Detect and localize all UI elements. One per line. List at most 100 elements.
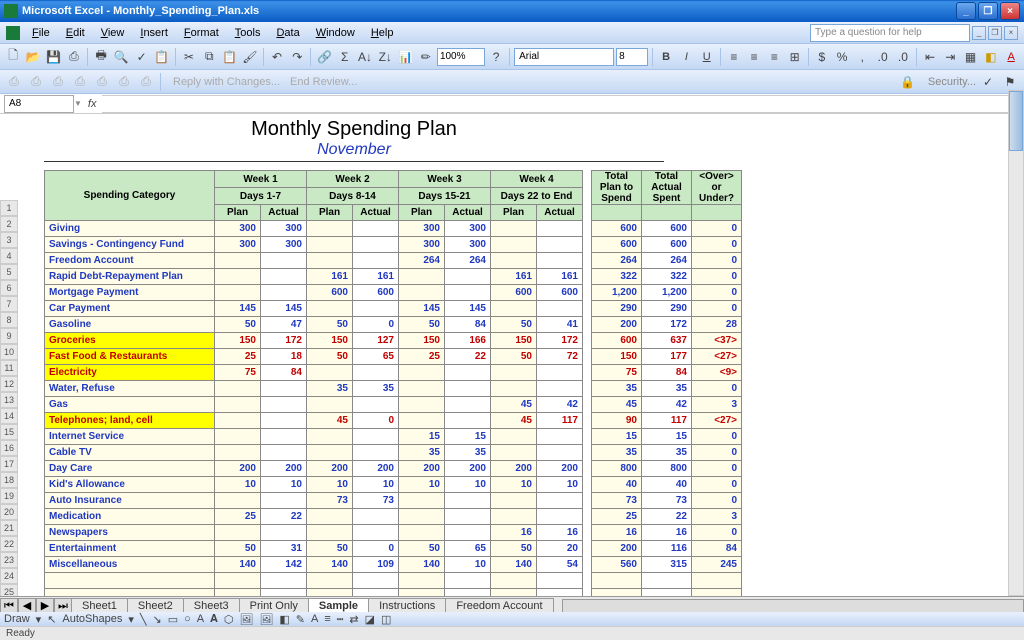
category-cell[interactable]: Giving (45, 221, 215, 237)
plan-cell[interactable] (399, 509, 445, 525)
diff-cell[interactable]: 28 (692, 317, 742, 333)
actual-cell[interactable]: 145 (261, 301, 307, 317)
total-plan-cell[interactable]: 35 (592, 381, 642, 397)
row-header[interactable]: 2 (0, 216, 18, 232)
actual-cell[interactable] (353, 253, 399, 269)
actual-cell[interactable]: 161 (353, 269, 399, 285)
plan-cell[interactable]: 50 (399, 317, 445, 333)
inc-decimal-button[interactable]: .0 (873, 47, 891, 67)
plan-cell[interactable]: 15 (399, 429, 445, 445)
cut-button[interactable]: ✂ (180, 47, 198, 67)
textbox-button[interactable]: A (197, 613, 204, 625)
actual-cell[interactable] (261, 285, 307, 301)
fillcolor-button[interactable]: ◧ (279, 613, 289, 626)
category-cell[interactable]: Internet Service (45, 429, 215, 445)
plan-cell[interactable]: 25 (399, 349, 445, 365)
doc-minimize-button[interactable]: _ (972, 26, 986, 40)
fill-color-button[interactable]: ◧ (982, 47, 1000, 67)
actual-cell[interactable] (353, 221, 399, 237)
select-objects-button[interactable]: ↖ (47, 613, 56, 626)
plan-cell[interactable]: 10 (491, 477, 537, 493)
redo-button[interactable]: ↷ (288, 47, 306, 67)
actual-cell[interactable] (261, 525, 307, 541)
percent-button[interactable]: % (833, 47, 851, 67)
sort-desc-button[interactable]: Z↓ (376, 47, 394, 67)
total-actual-cell[interactable]: 73 (642, 493, 692, 509)
diff-cell[interactable]: 0 (692, 525, 742, 541)
total-actual-cell[interactable]: 637 (642, 333, 692, 349)
diff-cell[interactable]: 0 (692, 429, 742, 445)
review6-button[interactable]: ⎙ (114, 72, 134, 92)
plan-cell[interactable] (307, 253, 353, 269)
sheet-tab[interactable]: Print Only (239, 598, 309, 613)
plan-cell[interactable] (399, 573, 445, 589)
plan-cell[interactable] (215, 397, 261, 413)
clipart-button[interactable]: 🖼 (239, 613, 253, 626)
actual-cell[interactable] (261, 445, 307, 461)
total-plan-cell[interactable]: 264 (592, 253, 642, 269)
horizontal-scrollbar[interactable] (562, 599, 1024, 613)
linestyle-button[interactable]: ≡ (324, 613, 330, 625)
actual-cell[interactable]: 172 (261, 333, 307, 349)
actual-cell[interactable]: 20 (537, 541, 583, 557)
diff-cell[interactable]: <27> (692, 349, 742, 365)
actual-cell[interactable]: 84 (261, 365, 307, 381)
autoshapes-menu[interactable]: AutoShapes (62, 613, 122, 625)
total-actual-cell[interactable]: 84 (642, 365, 692, 381)
arrow-button[interactable]: ↘ (153, 613, 162, 626)
total-actual-cell[interactable]: 35 (642, 445, 692, 461)
actual-cell[interactable] (537, 221, 583, 237)
undo-button[interactable]: ↶ (268, 47, 286, 67)
plan-cell[interactable] (215, 573, 261, 589)
menu-insert[interactable]: Insert (132, 25, 176, 41)
row-header[interactable]: 11 (0, 360, 18, 376)
plan-cell[interactable] (491, 301, 537, 317)
plan-cell[interactable] (491, 573, 537, 589)
category-cell[interactable]: Gas (45, 397, 215, 413)
row-header[interactable]: 17 (0, 456, 18, 472)
plan-cell[interactable] (491, 381, 537, 397)
actual-cell[interactable]: 10 (445, 557, 491, 573)
italic-button[interactable]: I (677, 47, 695, 67)
sheet-tab[interactable]: Instructions (368, 598, 446, 613)
help-button[interactable]: ? (487, 47, 505, 67)
permission-button[interactable]: ⎙ (65, 47, 83, 67)
actual-cell[interactable] (353, 397, 399, 413)
minimize-button[interactable]: _ (956, 2, 976, 20)
total-actual-cell[interactable]: 42 (642, 397, 692, 413)
plan-cell[interactable]: 140 (215, 557, 261, 573)
total-plan-cell[interactable] (592, 573, 642, 589)
font-color-button[interactable]: A (1002, 47, 1020, 67)
total-plan-cell[interactable]: 322 (592, 269, 642, 285)
menu-view[interactable]: View (93, 25, 133, 41)
plan-cell[interactable] (307, 429, 353, 445)
plan-cell[interactable] (307, 573, 353, 589)
total-plan-cell[interactable]: 1,200 (592, 285, 642, 301)
open-button[interactable]: 📂 (24, 47, 42, 67)
category-cell[interactable]: Auto Insurance (45, 493, 215, 509)
total-actual-cell[interactable]: 40 (642, 477, 692, 493)
diff-cell[interactable]: 3 (692, 397, 742, 413)
security-button[interactable]: Security... (928, 76, 976, 88)
menu-window[interactable]: Window (308, 25, 363, 41)
total-plan-cell[interactable]: 40 (592, 477, 642, 493)
plan-cell[interactable]: 140 (491, 557, 537, 573)
row-header[interactable]: 23 (0, 552, 18, 568)
row-header[interactable]: 9 (0, 328, 18, 344)
actual-cell[interactable]: 42 (537, 397, 583, 413)
row-header[interactable]: 1 (0, 200, 18, 216)
actual-cell[interactable]: 10 (353, 477, 399, 493)
total-actual-cell[interactable]: 116 (642, 541, 692, 557)
plan-cell[interactable] (307, 509, 353, 525)
plan-cell[interactable] (307, 365, 353, 381)
doc-restore-button[interactable]: ❐ (988, 26, 1002, 40)
plan-cell[interactable]: 300 (399, 221, 445, 237)
actual-cell[interactable]: 35 (353, 381, 399, 397)
plan-cell[interactable]: 50 (215, 541, 261, 557)
total-plan-cell[interactable]: 600 (592, 237, 642, 253)
plan-cell[interactable]: 150 (215, 333, 261, 349)
menu-help[interactable]: Help (363, 25, 402, 41)
actual-cell[interactable] (261, 381, 307, 397)
plan-cell[interactable]: 10 (307, 477, 353, 493)
category-cell[interactable]: Water, Refuse (45, 381, 215, 397)
